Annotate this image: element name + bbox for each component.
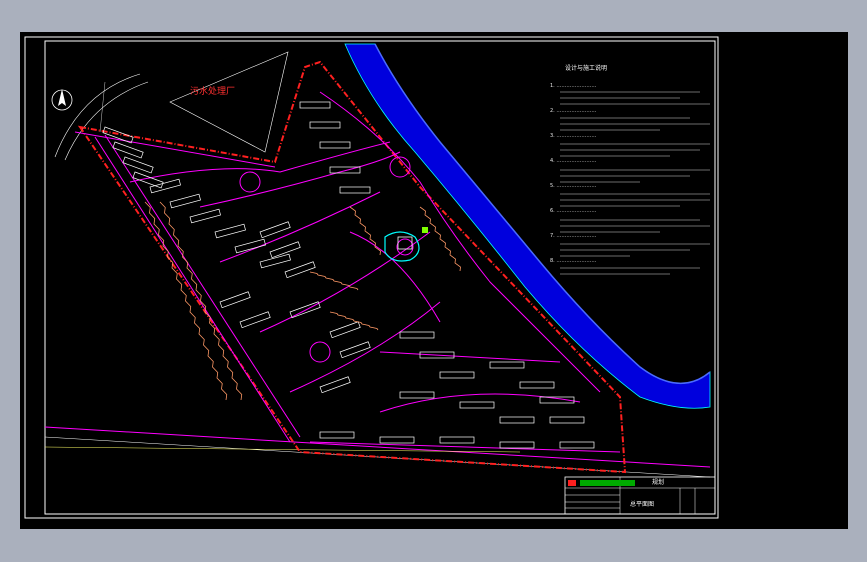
building-block (559, 441, 595, 449)
outer-frame (24, 36, 719, 519)
notes-line: 4. …………………… (550, 158, 596, 164)
building-block (549, 416, 585, 424)
building-block (239, 311, 271, 329)
building-block (319, 376, 351, 394)
building-block (439, 436, 475, 444)
building-block (219, 291, 251, 309)
building-block (284, 261, 316, 279)
villa-row (159, 201, 243, 401)
central-garden (384, 227, 428, 262)
villa-row (349, 206, 381, 256)
building-block (319, 141, 351, 149)
design-notes: 设计与施工说明 1. …………………… 2. …………………… 3. ……………… (550, 64, 710, 275)
notes-line: 2. …………………… (550, 108, 596, 114)
building-block (399, 331, 435, 339)
notes-line: 8. …………………… (550, 258, 596, 264)
building-block (459, 401, 495, 409)
building-block (339, 186, 371, 194)
cad-viewport[interactable]: 污水处理厂 设计与施工说明 1. …………………… 2. …………………… 3.… (20, 32, 848, 529)
notes-line: 5. …………………… (550, 183, 596, 189)
building-block (379, 436, 415, 444)
villa-row (419, 206, 461, 272)
villa-clusters (144, 201, 461, 401)
building-block (339, 341, 371, 359)
building-block (439, 371, 475, 379)
notes-heading: 设计与施工说明 (565, 64, 607, 72)
north-arrow-icon (51, 89, 73, 111)
notes-line: 3. …………………… (550, 133, 596, 139)
building-block (489, 361, 525, 369)
building-block (189, 208, 221, 224)
building-block (169, 193, 201, 209)
building-block (519, 381, 555, 389)
building-block (299, 101, 331, 109)
title-block-project: 规划 (652, 478, 664, 486)
notes-line: 6. …………………… (550, 208, 596, 214)
building-block (499, 416, 535, 424)
building-block (329, 321, 361, 339)
notes-line: 7. …………………… (550, 233, 596, 239)
building-block (499, 441, 535, 449)
villa-row (144, 201, 228, 401)
building-block (309, 121, 341, 129)
villa-row (329, 311, 379, 331)
site-plan-drawing: 污水处理厂 设计与施工说明 1. …………………… 2. …………………… 3.… (24, 36, 719, 519)
villa-row (309, 271, 359, 291)
building-block (319, 431, 355, 439)
building-block (149, 178, 181, 194)
building-block (399, 391, 435, 399)
notes-line: 1. …………………… (550, 83, 596, 89)
building-block (112, 141, 144, 159)
title-block: 规划 总平面图 (564, 476, 716, 515)
sewage-plant-label: 污水处理厂 (190, 85, 235, 97)
title-block-drawing-name: 总平面图 (630, 500, 654, 508)
building-block (214, 223, 246, 239)
